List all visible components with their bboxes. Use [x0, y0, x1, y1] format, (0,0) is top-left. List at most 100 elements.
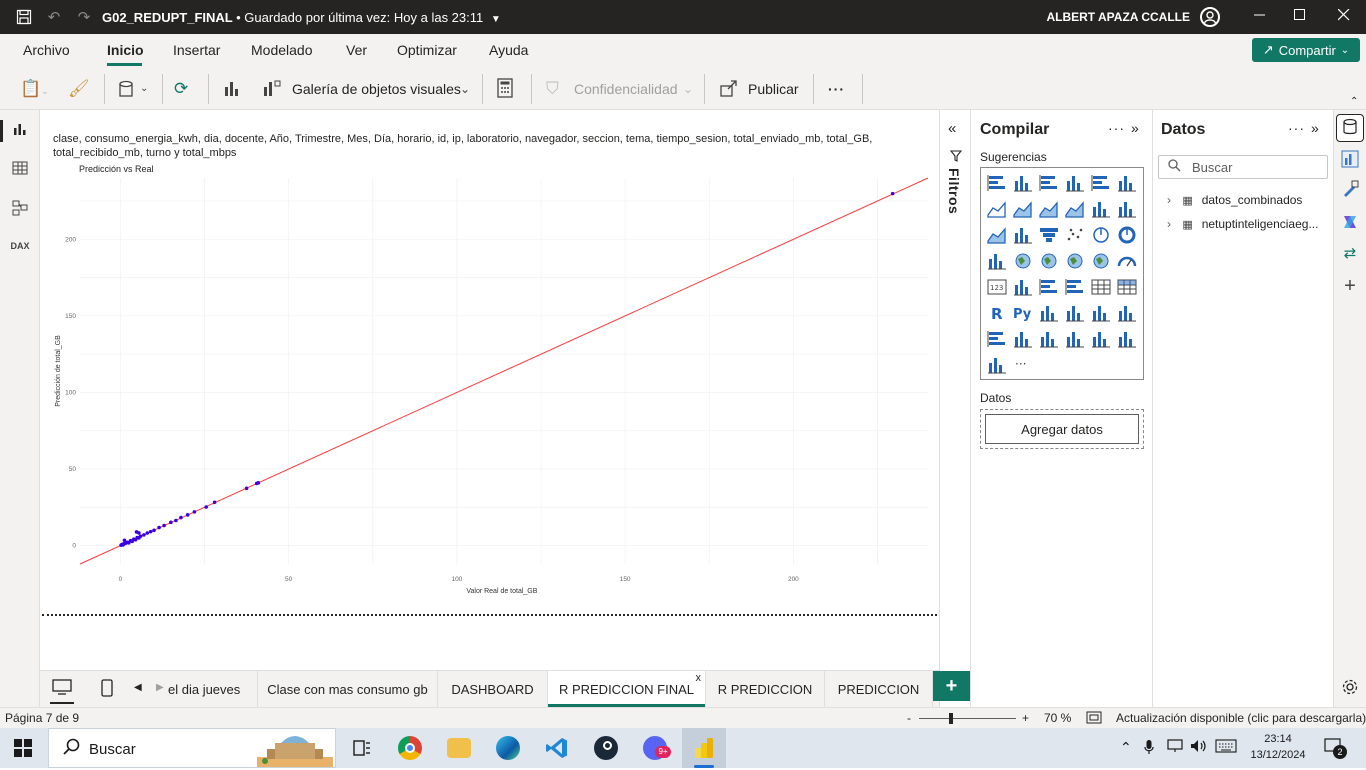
gauge-icon[interactable] — [1116, 251, 1138, 271]
table-view-icon[interactable] — [10, 160, 30, 180]
filters-pane-collapsed[interactable]: « Filtros — [939, 110, 971, 707]
table-item-netupt[interactable]: › ▦ netuptinteligenciaeg... — [1167, 217, 1329, 235]
steam-icon[interactable] — [594, 736, 618, 760]
power-bi-icon[interactable] — [692, 736, 716, 760]
zoom-slider[interactable] — [919, 718, 1016, 719]
add-pane-icon[interactable]: + — [1340, 275, 1360, 297]
funnel-icon[interactable] — [1038, 225, 1060, 245]
page-tab-r-prediccion-final[interactable]: R PREDICCION FINAL x — [548, 671, 706, 707]
redo-icon[interactable]: ↷ — [74, 7, 94, 27]
visual-gallery-button[interactable]: Galería de objetos visuales — [292, 81, 461, 97]
python-visual-icon[interactable]: Py — [1012, 303, 1034, 323]
refresh-icon[interactable]: ⟳ — [174, 78, 188, 100]
desktop-layout-icon[interactable] — [52, 679, 72, 699]
calculator-icon[interactable] — [497, 78, 513, 100]
page-tab-dashboard[interactable]: DASHBOARD — [438, 671, 548, 707]
pie-icon[interactable] — [1090, 225, 1112, 245]
title-dropdown-icon[interactable]: ▼ — [491, 14, 501, 25]
waterfall-icon[interactable] — [1012, 225, 1034, 245]
line-column-icon[interactable] — [1090, 199, 1112, 219]
menu-ver[interactable]: Ver — [346, 42, 367, 58]
report-canvas[interactable]: clase, consumo_energia_kwh, dia, docente… — [40, 110, 939, 670]
more-options-button[interactable]: ··· — [828, 81, 845, 97]
metrics-icon[interactable] — [986, 329, 1008, 349]
visual-gallery-icon[interactable] — [262, 78, 282, 100]
share-button[interactable]: ↗ Compartir ⌄ — [1252, 38, 1360, 62]
file-explorer-icon[interactable] — [447, 738, 471, 758]
format-painter-icon[interactable]: 🖌 — [68, 78, 90, 100]
menu-archivo[interactable]: Archivo — [23, 42, 70, 58]
get-data-icon[interactable]: ⌄ — [118, 78, 148, 100]
stacked-area-icon[interactable] — [1038, 199, 1060, 219]
100-column-icon[interactable] — [1116, 173, 1138, 193]
clustered-bar-icon[interactable] — [1038, 173, 1060, 193]
add-page-button[interactable]: + — [933, 671, 970, 701]
fit-to-page-icon[interactable] — [1086, 711, 1102, 727]
data-pane-icon[interactable] — [1340, 118, 1360, 138]
publish-button[interactable]: Publicar — [748, 81, 799, 97]
page-tab-clase-consumo[interactable]: Clase con mas consumo gb — [258, 671, 438, 707]
stacked-bar-icon[interactable] — [986, 173, 1008, 193]
treemap-icon[interactable] — [986, 251, 1008, 271]
zoom-out-button[interactable]: - — [907, 711, 911, 725]
chrome-icon[interactable] — [398, 736, 422, 760]
area-icon[interactable] — [1012, 199, 1034, 219]
microphone-icon[interactable] — [1144, 739, 1154, 758]
scroll-right-icon[interactable]: ▶ — [156, 682, 164, 693]
table-icon[interactable] — [1090, 277, 1112, 297]
avatar[interactable] — [1200, 7, 1220, 27]
new-visual-icon[interactable] — [222, 78, 242, 100]
system-clock[interactable]: 23:14 13/12/2024 — [1250, 731, 1306, 763]
copilot-icon[interactable] — [1340, 213, 1360, 233]
filled-map-icon[interactable] — [1038, 251, 1060, 271]
table-item-datos-combinados[interactable]: › ▦ datos_combinados — [1167, 193, 1329, 211]
page-tab-prediccion[interactable]: PREDICCION — [825, 671, 933, 707]
scatter-chart[interactable]: Predicción vs Real 0 50 100 150 200 0 50 100 150 2… — [40, 160, 939, 600]
r-visual-icon[interactable]: R — [986, 303, 1008, 323]
ribbon-icon[interactable] — [986, 225, 1008, 245]
build-more-icon[interactable]: ··· — [1108, 120, 1125, 136]
100-bar-icon[interactable] — [1090, 173, 1112, 193]
slicer-icon[interactable] — [1064, 277, 1086, 297]
data-more-icon[interactable]: ··· — [1288, 120, 1305, 136]
settings-icon[interactable] — [1340, 678, 1360, 698]
clustered-column-icon[interactable] — [1064, 173, 1086, 193]
discord-icon[interactable]: 9+ — [643, 736, 671, 760]
card-icon[interactable]: 123 — [986, 277, 1008, 297]
vscode-icon[interactable] — [545, 736, 569, 760]
paste-icon[interactable]: 📋⌄ — [20, 78, 49, 100]
minimize-icon[interactable] — [1252, 8, 1268, 24]
menu-optimizar[interactable]: Optimizar — [397, 42, 457, 58]
close-icon[interactable] — [1336, 8, 1352, 24]
report-view-icon[interactable] — [10, 121, 30, 141]
volume-icon[interactable] — [1190, 739, 1208, 756]
user-name[interactable]: ALBERT APAZA CCALLE — [1046, 10, 1190, 24]
line-icon[interactable] — [986, 199, 1008, 219]
paginated-report-icon[interactable] — [1012, 329, 1034, 349]
custom-visual-icon[interactable] — [1116, 329, 1138, 349]
multi-row-card-icon[interactable] — [1012, 277, 1034, 297]
zoom-slider-thumb[interactable] — [949, 713, 953, 724]
menu-insertar[interactable]: Insertar — [173, 42, 220, 58]
document-title[interactable]: G02_REDUPT_FINAL • Guardado por última v… — [102, 10, 501, 25]
sync-icon[interactable]: ⇄ — [1340, 244, 1360, 264]
update-available-link[interactable]: Actualización disponible (clic para desc… — [1116, 711, 1366, 725]
card-new-icon[interactable] — [1090, 329, 1112, 349]
collapse-build-icon[interactable]: » — [1131, 120, 1139, 136]
smart-narrative-icon[interactable] — [1116, 303, 1138, 323]
data-search-input[interactable]: Buscar — [1158, 155, 1328, 179]
shape-map-icon[interactable] — [1064, 251, 1086, 271]
start-button-icon[interactable] — [14, 739, 32, 757]
close-tab-icon[interactable]: x — [696, 672, 702, 684]
line-clustered-icon[interactable] — [1116, 199, 1138, 219]
model-view-icon[interactable] — [10, 200, 30, 220]
azure-map-icon[interactable] — [1090, 251, 1112, 271]
scatter-icon[interactable] — [1064, 225, 1086, 245]
stacked-column-icon[interactable] — [1012, 173, 1034, 193]
filters-label[interactable]: Filtros — [946, 168, 962, 214]
menu-ayuda[interactable]: Ayuda — [489, 42, 528, 58]
add-data-button[interactable]: Agregar datos — [985, 414, 1139, 444]
dax-query-view-icon[interactable]: DAX — [10, 241, 30, 261]
show-hidden-icons[interactable]: ⌃ — [1120, 739, 1132, 756]
menu-modelado[interactable]: Modelado — [251, 42, 313, 58]
